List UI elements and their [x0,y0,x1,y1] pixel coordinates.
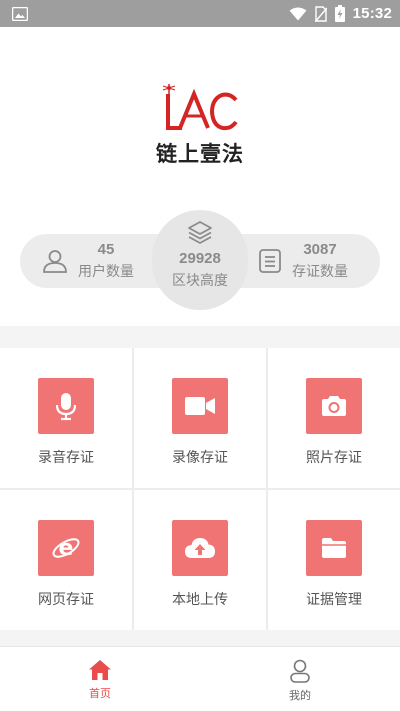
photo-evidence-label: 照片存证 [306,450,362,466]
nav-home[interactable]: 首页 [0,647,200,711]
home-icon [89,660,111,680]
camera-icon [322,396,346,416]
camera-tile [306,378,362,434]
stat-users-label: 用户数量 [78,264,134,280]
lac-logo-mark [162,84,238,131]
wifi-icon [289,7,307,20]
stat-certificates: 3087 存证数量 [258,234,348,288]
stat-certificates-value: 3087 [303,241,337,258]
battery-charging-icon [334,5,345,22]
stat-users: 45 用户数量 [42,234,134,288]
status-bar: 15:32 [0,0,400,27]
upload-tile [172,520,228,576]
browser-tile: e [38,520,94,576]
stat-blocks-value: 29928 [179,250,221,267]
stat-blocks: 29928 区块高度 [152,210,248,310]
browser-e-icon: e [52,536,80,561]
person-icon [290,659,310,683]
evidence-management-button[interactable]: 证据管理 [268,490,400,630]
bottom-navigation: 首页 我的 [0,646,400,711]
layers-icon [188,221,212,244]
video-camera-icon [185,397,215,415]
cloud-upload-icon [185,538,215,558]
gallery-icon [12,6,28,21]
microphone-tile [38,378,94,434]
app-title: 链上壹法 [156,142,244,166]
user-icon [43,250,67,273]
document-list-icon [259,249,281,273]
folder-icon [322,538,346,558]
web-evidence-label: 网页存证 [38,592,94,608]
section-divider [0,326,400,348]
evidence-management-label: 证据管理 [306,592,362,608]
nav-mine[interactable]: 我的 [200,647,400,711]
status-time: 15:32 [352,5,392,22]
local-upload-label: 本地上传 [172,592,228,608]
no-sim-icon [314,5,327,22]
feature-grid: 录音存证 录像存证 照片存证 e 网页存证 本地上传 证据管理 [0,348,400,630]
stat-users-value: 45 [97,241,115,258]
audio-evidence-button[interactable]: 录音存证 [0,348,132,488]
stat-certificates-label: 存证数量 [292,264,348,280]
local-upload-button[interactable]: 本地上传 [134,490,266,630]
section-divider [0,630,400,646]
video-evidence-label: 录像存证 [172,450,228,466]
photo-evidence-button[interactable]: 照片存证 [268,348,400,488]
folder-tile [306,520,362,576]
video-tile [172,378,228,434]
audio-evidence-label: 录音存证 [38,450,94,466]
video-evidence-button[interactable]: 录像存证 [134,348,266,488]
nav-mine-label: 我的 [289,689,311,702]
app-logo: 链上壹法 [0,82,400,168]
stat-blocks-label: 区块高度 [172,273,228,289]
nav-home-label: 首页 [89,687,111,700]
web-evidence-button[interactable]: e 网页存证 [0,490,132,630]
microphone-icon [55,393,77,421]
svg-text:e: e [59,536,74,561]
